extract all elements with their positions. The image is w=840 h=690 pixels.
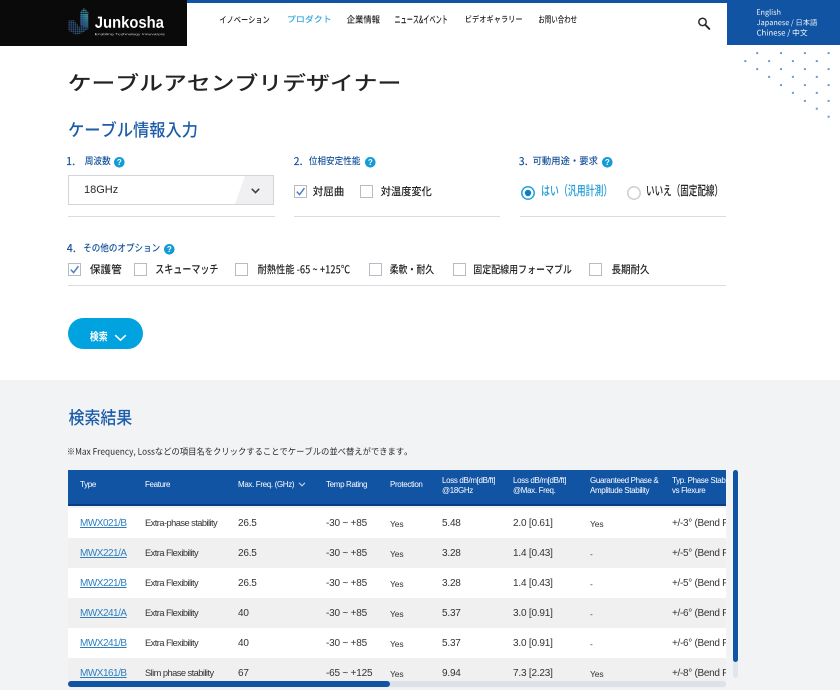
svg-text:?: ? — [368, 158, 373, 167]
svg-text:?: ? — [605, 158, 610, 167]
svg-text:?: ? — [117, 158, 122, 167]
svg-text:?: ? — [167, 245, 172, 254]
